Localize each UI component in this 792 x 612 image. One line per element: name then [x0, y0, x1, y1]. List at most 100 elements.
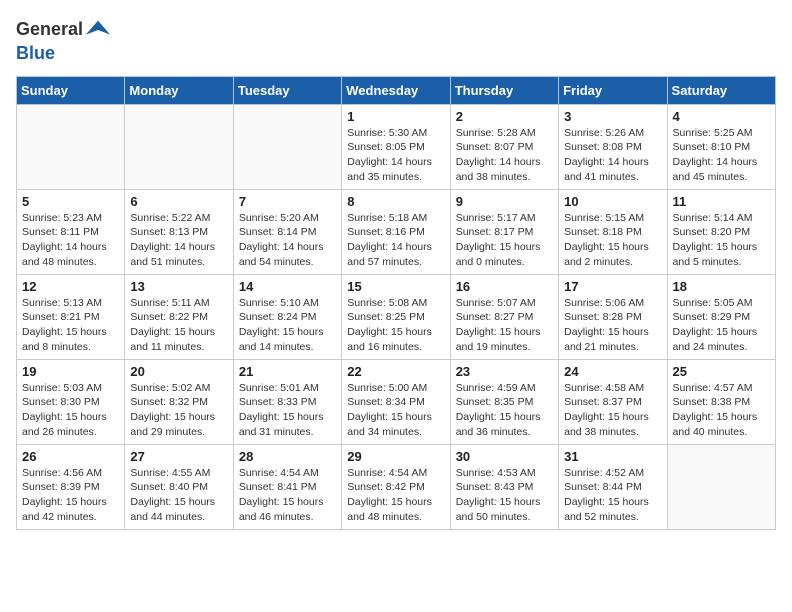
week-row-3: 12 Sunrise: 5:13 AMSunset: 8:21 PMDayligh… — [17, 274, 776, 359]
page-header: General Blue — [16, 16, 776, 64]
calendar-cell: 24 Sunrise: 4:58 AMSunset: 8:37 PMDayligh… — [559, 359, 667, 444]
day-number: 16 — [456, 279, 553, 294]
day-info: Sunrise: 5:28 AMSunset: 8:07 PMDaylight:… — [456, 126, 553, 185]
calendar-cell: 1Sunrise: 5:30 AMSunset: 8:05 PMDaylight… — [342, 104, 450, 189]
day-info: Sunrise: 5:25 AMSunset: 8:10 PMDaylight:… — [673, 126, 770, 185]
day-info: Sunrise: 4:52 AMSunset: 8:44 PMDaylight:… — [564, 466, 661, 525]
day-info: Sunrise: 5:20 AMSunset: 8:14 PMDaylight:… — [239, 211, 336, 270]
day-number: 12 — [22, 279, 119, 294]
day-number: 8 — [347, 194, 444, 209]
day-info: Sunrise: 5:03 AMSunset: 8:30 PMDaylight:… — [22, 381, 119, 440]
day-number: 11 — [673, 194, 770, 209]
calendar-cell: 3Sunrise: 5:26 AMSunset: 8:08 PMDaylight… — [559, 104, 667, 189]
day-info: Sunrise: 4:53 AMSunset: 8:43 PMDaylight:… — [456, 466, 553, 525]
logo: General Blue — [16, 16, 113, 64]
calendar-cell — [233, 104, 341, 189]
day-number: 30 — [456, 449, 553, 464]
calendar-cell: 26 Sunrise: 4:56 AMSunset: 8:39 PMDayligh… — [17, 444, 125, 529]
day-number: 1 — [347, 109, 444, 124]
day-info: Sunrise: 5:15 AMSunset: 8:18 PMDaylight:… — [564, 211, 661, 270]
calendar-cell: 13 Sunrise: 5:11 AMSunset: 8:22 PMDayligh… — [125, 274, 233, 359]
day-info: Sunrise: 5:05 AMSunset: 8:29 PMDaylight:… — [673, 296, 770, 355]
calendar-cell: 21Sunrise: 5:01 AMSunset: 8:33 PMDayligh… — [233, 359, 341, 444]
day-info: Sunrise: 5:23 AMSunset: 8:11 PMDaylight:… — [22, 211, 119, 270]
day-info: Sunrise: 4:59 AMSunset: 8:35 PMDaylight:… — [456, 381, 553, 440]
day-number: 3 — [564, 109, 661, 124]
day-number: 22 — [347, 364, 444, 379]
day-number: 2 — [456, 109, 553, 124]
day-number: 5 — [22, 194, 119, 209]
calendar-cell: 30 Sunrise: 4:53 AMSunset: 8:43 PMDayligh… — [450, 444, 558, 529]
day-number: 14 — [239, 279, 336, 294]
day-number: 13 — [130, 279, 227, 294]
day-number: 6 — [130, 194, 227, 209]
day-info: Sunrise: 5:07 AMSunset: 8:27 PMDaylight:… — [456, 296, 553, 355]
day-number: 19 — [22, 364, 119, 379]
day-number: 4 — [673, 109, 770, 124]
calendar-cell — [125, 104, 233, 189]
day-number: 24 — [564, 364, 661, 379]
day-info: Sunrise: 5:06 AMSunset: 8:28 PMDaylight:… — [564, 296, 661, 355]
calendar-cell: 6Sunrise: 5:22 AMSunset: 8:13 PMDaylight… — [125, 189, 233, 274]
day-number: 15 — [347, 279, 444, 294]
calendar-cell: 10 Sunrise: 5:15 AMSunset: 8:18 PMDayligh… — [559, 189, 667, 274]
calendar-cell: 27Sunrise: 4:55 AMSunset: 8:40 PMDayligh… — [125, 444, 233, 529]
day-info: Sunrise: 5:11 AMSunset: 8:22 PMDaylight:… — [130, 296, 227, 355]
week-row-1: 1Sunrise: 5:30 AMSunset: 8:05 PMDaylight… — [17, 104, 776, 189]
calendar-table: SundayMondayTuesdayWednesdayThursdayFrid… — [16, 76, 776, 530]
calendar-cell: 8Sunrise: 5:18 AMSunset: 8:16 PMDaylight… — [342, 189, 450, 274]
day-info: Sunrise: 5:17 AMSunset: 8:17 PMDaylight:… — [456, 211, 553, 270]
calendar-cell: 7 Sunrise: 5:20 AMSunset: 8:14 PMDaylight… — [233, 189, 341, 274]
calendar-cell: 20 Sunrise: 5:02 AMSunset: 8:32 PMDayligh… — [125, 359, 233, 444]
day-number: 31 — [564, 449, 661, 464]
calendar-cell: 4 Sunrise: 5:25 AMSunset: 8:10 PMDaylight… — [667, 104, 775, 189]
day-number: 29 — [347, 449, 444, 464]
calendar-cell — [667, 444, 775, 529]
logo-general: General — [16, 19, 83, 39]
week-row-5: 26 Sunrise: 4:56 AMSunset: 8:39 PMDayligh… — [17, 444, 776, 529]
day-info: Sunrise: 4:58 AMSunset: 8:37 PMDaylight:… — [564, 381, 661, 440]
week-row-2: 5 Sunrise: 5:23 AMSunset: 8:11 PMDaylight… — [17, 189, 776, 274]
day-info: Sunrise: 4:54 AMSunset: 8:42 PMDaylight:… — [347, 466, 444, 525]
weekday-header-wednesday: Wednesday — [342, 76, 450, 104]
day-number: 21 — [239, 364, 336, 379]
calendar-cell: 29 Sunrise: 4:54 AMSunset: 8:42 PMDayligh… — [342, 444, 450, 529]
day-info: Sunrise: 5:10 AMSunset: 8:24 PMDaylight:… — [239, 296, 336, 355]
calendar-cell: 17 Sunrise: 5:06 AMSunset: 8:28 PMDayligh… — [559, 274, 667, 359]
day-info: Sunrise: 5:08 AMSunset: 8:25 PMDaylight:… — [347, 296, 444, 355]
calendar-cell: 18 Sunrise: 5:05 AMSunset: 8:29 PMDayligh… — [667, 274, 775, 359]
day-number: 17 — [564, 279, 661, 294]
logo-blue: Blue — [16, 43, 55, 63]
calendar-cell: 12 Sunrise: 5:13 AMSunset: 8:21 PMDayligh… — [17, 274, 125, 359]
weekday-header-friday: Friday — [559, 76, 667, 104]
day-number: 10 — [564, 194, 661, 209]
calendar-cell: 9Sunrise: 5:17 AMSunset: 8:17 PMDaylight… — [450, 189, 558, 274]
calendar-cell: 22Sunrise: 5:00 AMSunset: 8:34 PMDayligh… — [342, 359, 450, 444]
logo-bird-icon — [84, 16, 112, 44]
day-info: Sunrise: 5:14 AMSunset: 8:20 PMDaylight:… — [673, 211, 770, 270]
calendar-cell: 2 Sunrise: 5:28 AMSunset: 8:07 PMDaylight… — [450, 104, 558, 189]
day-number: 7 — [239, 194, 336, 209]
day-number: 20 — [130, 364, 227, 379]
day-number: 28 — [239, 449, 336, 464]
calendar-cell — [17, 104, 125, 189]
calendar-cell: 11 Sunrise: 5:14 AMSunset: 8:20 PMDayligh… — [667, 189, 775, 274]
day-info: Sunrise: 4:57 AMSunset: 8:38 PMDaylight:… — [673, 381, 770, 440]
day-number: 27 — [130, 449, 227, 464]
calendar-cell: 5 Sunrise: 5:23 AMSunset: 8:11 PMDaylight… — [17, 189, 125, 274]
day-info: Sunrise: 5:13 AMSunset: 8:21 PMDaylight:… — [22, 296, 119, 355]
day-info: Sunrise: 5:02 AMSunset: 8:32 PMDaylight:… — [130, 381, 227, 440]
day-number: 23 — [456, 364, 553, 379]
day-info: Sunrise: 4:56 AMSunset: 8:39 PMDaylight:… — [22, 466, 119, 525]
weekday-header-saturday: Saturday — [667, 76, 775, 104]
weekday-header-sunday: Sunday — [17, 76, 125, 104]
calendar-cell: 15 Sunrise: 5:08 AMSunset: 8:25 PMDayligh… — [342, 274, 450, 359]
calendar-cell: 14 Sunrise: 5:10 AMSunset: 8:24 PMDayligh… — [233, 274, 341, 359]
calendar-cell: 25Sunrise: 4:57 AMSunset: 8:38 PMDayligh… — [667, 359, 775, 444]
day-number: 18 — [673, 279, 770, 294]
calendar-cell: 28 Sunrise: 4:54 AMSunset: 8:41 PMDayligh… — [233, 444, 341, 529]
calendar-cell: 31 Sunrise: 4:52 AMSunset: 8:44 PMDayligh… — [559, 444, 667, 529]
day-info: Sunrise: 4:54 AMSunset: 8:41 PMDaylight:… — [239, 466, 336, 525]
weekday-header-thursday: Thursday — [450, 76, 558, 104]
day-number: 26 — [22, 449, 119, 464]
